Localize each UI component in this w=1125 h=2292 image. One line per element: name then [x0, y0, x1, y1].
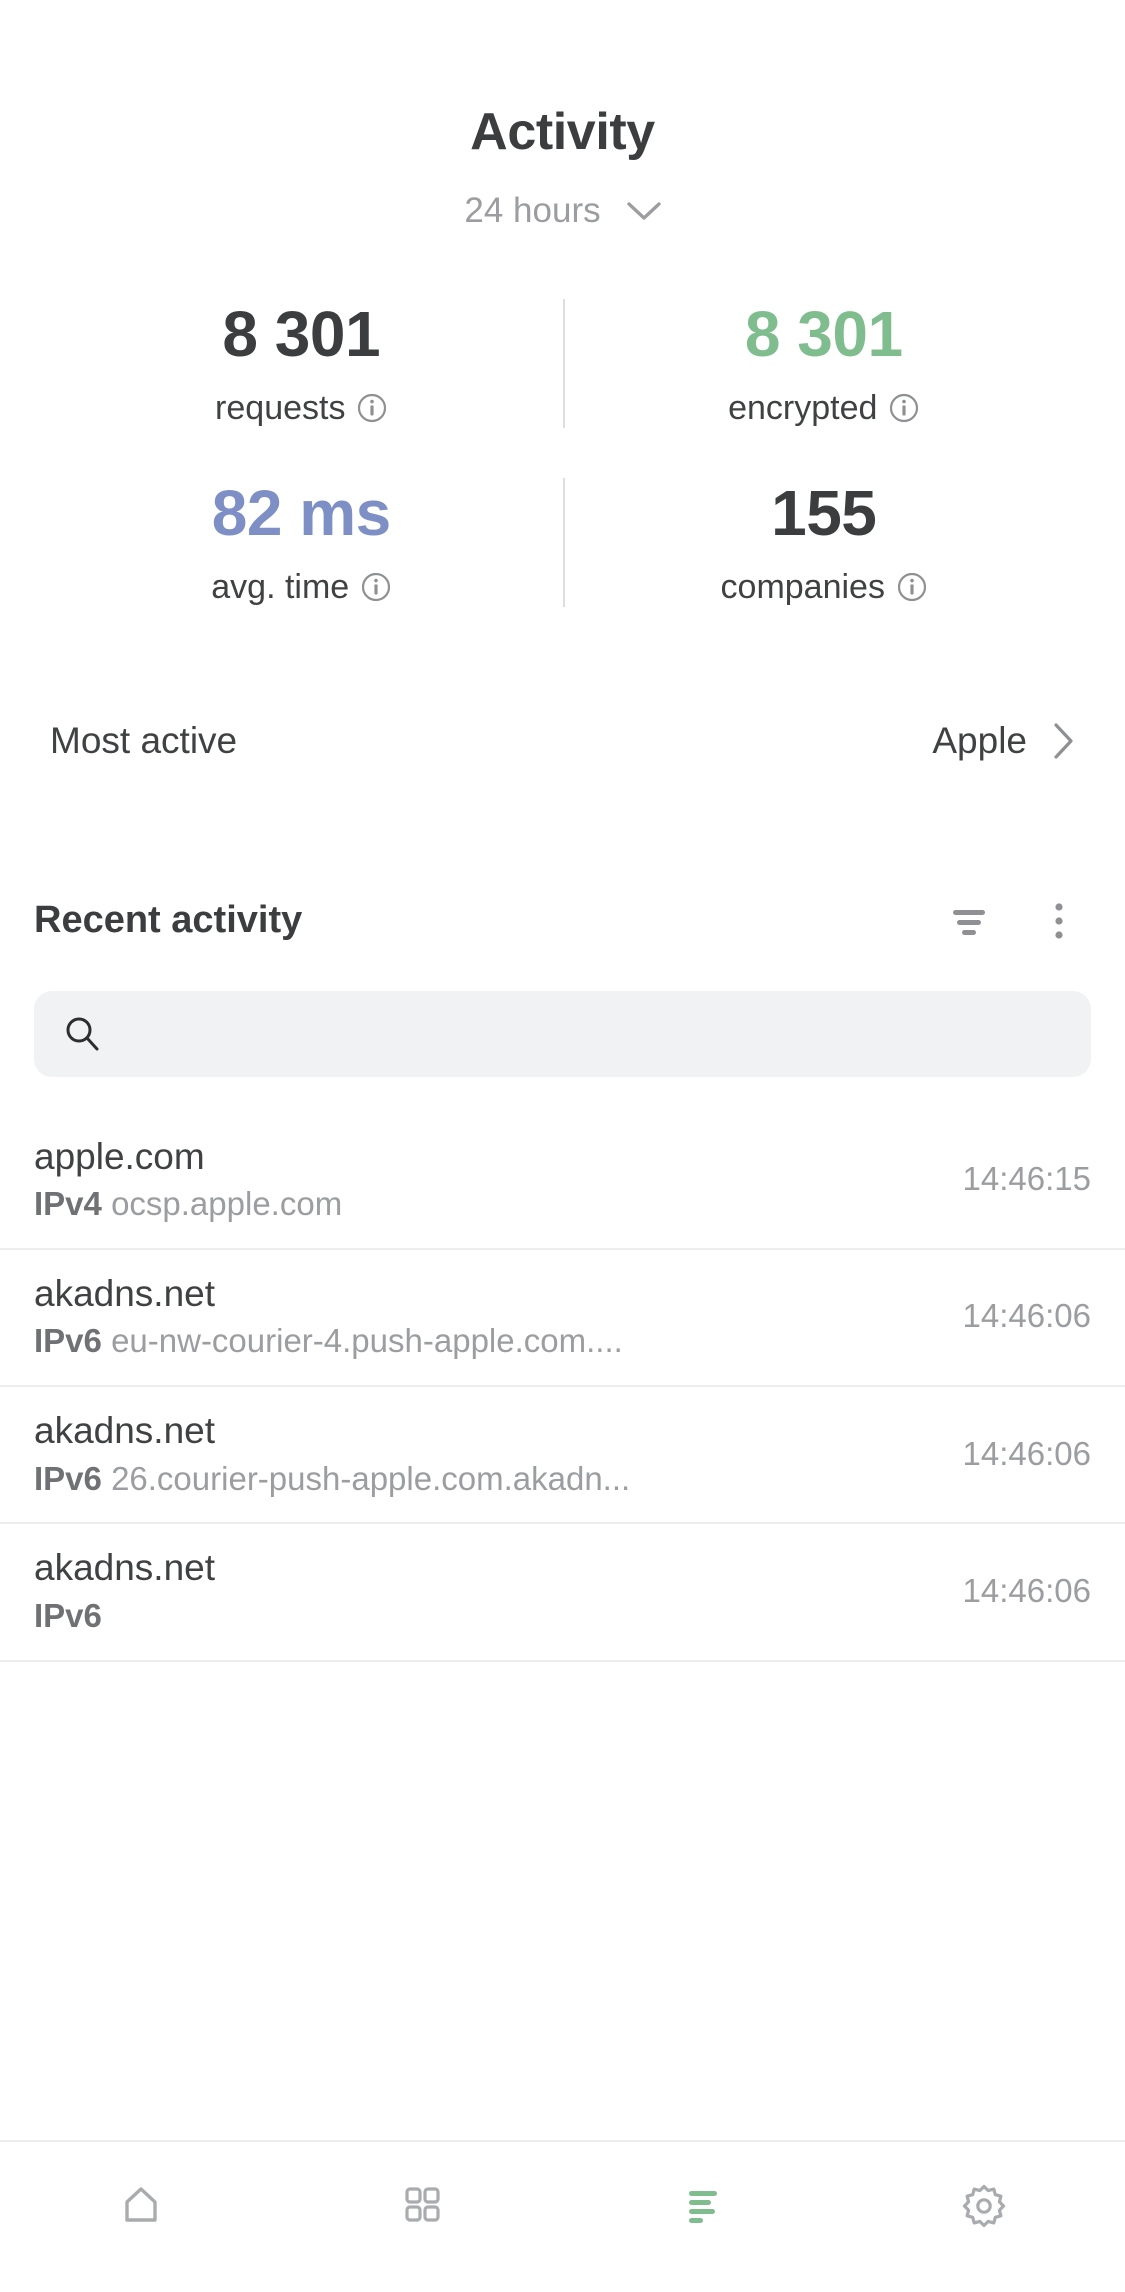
- stats-grid: 8 301 requests 8 301 encrypted 82 ms avg…: [0, 293, 1125, 616]
- stat-avg-time-value: 82 ms: [211, 476, 391, 549]
- sort-descending-icon[interactable]: [937, 889, 1001, 953]
- stat-encrypted-label: encrypted: [563, 389, 1086, 428]
- chevron-right-icon: [1053, 722, 1075, 760]
- activity-detail: IPv6 26.courier-push-apple.com.akadn...: [34, 1459, 630, 1499]
- list-fade-overlay: [0, 2070, 1125, 2140]
- most-active-label: Most active: [50, 719, 238, 761]
- chevron-down-icon: [626, 201, 661, 221]
- activity-list: apple.com IPv4 ocsp.apple.com 14:46:15 a…: [0, 1113, 1125, 1662]
- activity-host: 26.courier-push-apple.com.akadn...: [111, 1459, 631, 1497]
- activity-list-wrapper: apple.com IPv4 ocsp.apple.com 14:46:15 a…: [0, 1113, 1125, 2140]
- recent-activity-actions: [937, 889, 1091, 953]
- page-header: Activity 24 hours: [0, 0, 1125, 231]
- search-section: [0, 953, 1125, 1077]
- nav-home[interactable]: [0, 2168, 281, 2240]
- search-input[interactable]: [122, 990, 1063, 1077]
- nav-activity[interactable]: [563, 2168, 844, 2240]
- stats-row-2: 82 ms avg. time 155 companies: [40, 472, 1085, 617]
- table-row[interactable]: akadns.net IPv6 eu-nw-courier-4.push-app…: [0, 1250, 1125, 1388]
- stat-companies-label-text: companies: [720, 567, 885, 606]
- stat-avg-time-label-text: avg. time: [211, 567, 350, 606]
- stat-requests-value: 8 301: [222, 298, 381, 371]
- table-row[interactable]: akadns.net IPv6 26.courier-push-apple.co…: [0, 1387, 1125, 1525]
- stat-companies[interactable]: 155 companies: [563, 472, 1086, 617]
- activity-time: 14:46:06: [962, 1571, 1091, 1609]
- activity-row-main: akadns.net IPv6 eu-nw-courier-4.push-app…: [34, 1272, 623, 1361]
- time-range-selector[interactable]: 24 hours: [0, 191, 1125, 231]
- stat-requests-label: requests: [40, 389, 563, 428]
- stat-companies-label: companies: [563, 568, 1086, 607]
- activity-screen: Activity 24 hours 8 301 requests 8 301 e…: [0, 0, 1125, 2292]
- search-icon: [66, 1017, 99, 1051]
- stat-avg-time-label: avg. time: [40, 568, 563, 607]
- settings-gear-icon: [963, 2184, 1006, 2228]
- activity-time: 14:46:15: [962, 1160, 1091, 1198]
- activity-time: 14:46:06: [962, 1434, 1091, 1472]
- activity-detail: IPv4 ocsp.apple.com: [34, 1184, 342, 1224]
- bottom-navigation: [0, 2140, 1125, 2292]
- activity-icon: [689, 2191, 718, 2223]
- activity-domain: akadns.net: [34, 1272, 216, 1314]
- activity-row-main: akadns.net IPv6: [34, 1546, 215, 1635]
- table-row[interactable]: apple.com IPv4 ocsp.apple.com 14:46:15: [0, 1113, 1125, 1250]
- activity-protocol: IPv6: [34, 1459, 102, 1497]
- activity-detail: IPv6 eu-nw-courier-4.push-apple.com....: [34, 1321, 623, 1361]
- stat-avg-time[interactable]: 82 ms avg. time: [40, 472, 563, 617]
- activity-domain: akadns.net: [34, 1410, 216, 1452]
- activity-domain: akadns.net: [34, 1547, 216, 1589]
- activity-host: ocsp.apple.com: [111, 1185, 343, 1223]
- time-range-label: 24 hours: [464, 191, 601, 231]
- stat-encrypted-value: 8 301: [744, 298, 903, 371]
- stat-requests-label-text: requests: [215, 388, 346, 427]
- stat-requests[interactable]: 8 301 requests: [40, 293, 563, 438]
- activity-protocol: IPv6: [34, 1596, 102, 1634]
- search-box[interactable]: [34, 990, 1091, 1077]
- stats-row-1: 8 301 requests 8 301 encrypted: [40, 293, 1085, 438]
- apps-grid-icon: [405, 2187, 440, 2222]
- stat-companies-value: 155: [771, 476, 877, 549]
- info-icon[interactable]: [889, 393, 919, 423]
- activity-detail: IPv6: [34, 1596, 215, 1636]
- activity-row-main: akadns.net IPv6 26.courier-push-apple.co…: [34, 1409, 630, 1498]
- most-active-value: Apple: [932, 719, 1027, 761]
- page-title: Activity: [470, 103, 655, 161]
- home-icon: [124, 2187, 157, 2222]
- most-active-row[interactable]: Most active Apple: [0, 705, 1125, 777]
- nav-apps[interactable]: [281, 2168, 562, 2240]
- table-row[interactable]: akadns.net IPv6 14:46:06: [0, 1524, 1125, 1662]
- stat-encrypted-label-text: encrypted: [728, 388, 878, 427]
- nav-settings[interactable]: [844, 2168, 1125, 2240]
- most-active-value-group: Apple: [932, 720, 1075, 762]
- activity-protocol: IPv4: [34, 1185, 102, 1223]
- kebab-menu-icon[interactable]: [1027, 889, 1091, 953]
- activity-protocol: IPv6: [34, 1322, 102, 1360]
- info-icon[interactable]: [897, 572, 927, 602]
- recent-activity-title: Recent activity: [34, 899, 303, 942]
- stats-divider: [562, 299, 565, 428]
- activity-host: eu-nw-courier-4.push-apple.com....: [111, 1322, 623, 1360]
- info-icon[interactable]: [361, 572, 391, 602]
- activity-time: 14:46:06: [962, 1297, 1091, 1335]
- stat-encrypted[interactable]: 8 301 encrypted: [563, 293, 1086, 438]
- activity-domain: apple.com: [34, 1135, 205, 1177]
- activity-row-main: apple.com IPv4 ocsp.apple.com: [34, 1135, 342, 1224]
- info-icon[interactable]: [357, 393, 387, 423]
- recent-activity-header: Recent activity: [0, 889, 1125, 953]
- stats-divider: [562, 477, 565, 607]
